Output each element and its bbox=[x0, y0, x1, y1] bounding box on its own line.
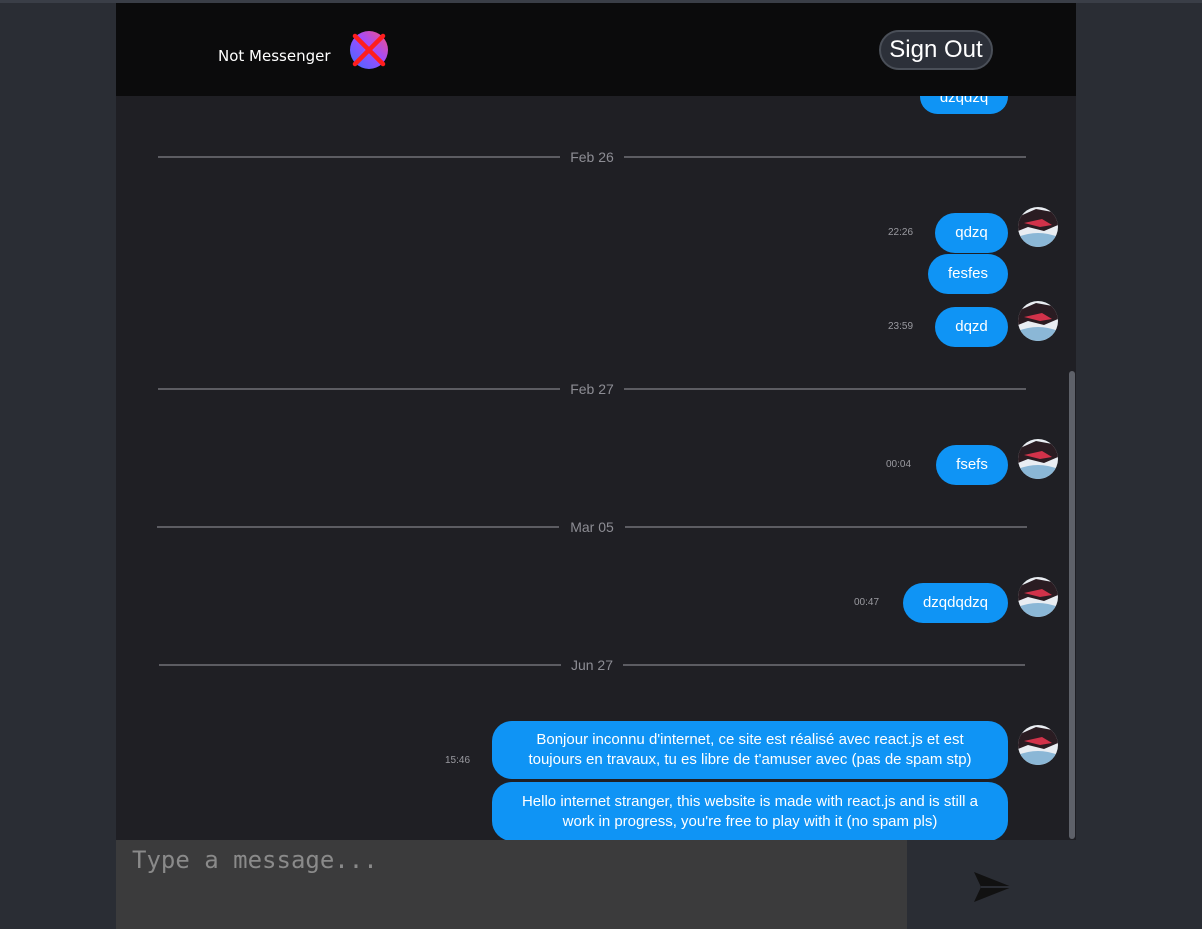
user-avatar bbox=[1018, 725, 1058, 765]
date-divider-line bbox=[624, 156, 1026, 158]
message-time: 00:04 bbox=[886, 459, 912, 470]
message-bubble: Bonjour inconnu d'internet, ce site est … bbox=[492, 721, 1008, 779]
message-bubble: dzqdzq bbox=[920, 96, 1008, 114]
date-divider-line bbox=[624, 388, 1026, 390]
message-composer bbox=[116, 840, 1076, 929]
date-divider-line bbox=[623, 664, 1025, 666]
user-avatar bbox=[1018, 207, 1058, 247]
date-divider-line bbox=[158, 156, 560, 158]
app-header: Not Messenger Sign Out bbox=[116, 3, 1076, 96]
message-list[interactable]: dzqdzq Feb 26 22:26 qdzq fesfes 23:59 dq… bbox=[116, 96, 1076, 840]
user-avatar bbox=[1018, 577, 1058, 617]
date-divider-line bbox=[159, 664, 561, 666]
date-divider-label: Feb 27 bbox=[570, 381, 614, 397]
user-avatar bbox=[1018, 439, 1058, 479]
date-divider-line bbox=[157, 526, 559, 528]
message-time: 00:47 bbox=[854, 597, 880, 608]
date-divider-label: Mar 05 bbox=[570, 519, 614, 535]
messenger-logo-crossed-icon bbox=[350, 31, 388, 69]
date-divider-line bbox=[158, 388, 560, 390]
message-time: 15:46 bbox=[445, 755, 471, 766]
message-time: 23:59 bbox=[888, 321, 914, 332]
message-input[interactable] bbox=[116, 840, 907, 929]
brand-title: Not Messenger bbox=[218, 47, 331, 65]
message-time: 22:26 bbox=[888, 227, 914, 238]
chat-app: Not Messenger Sign Out dzqdzq Feb 26 22:… bbox=[116, 3, 1076, 929]
message-bubble: fesfes bbox=[928, 254, 1008, 294]
date-divider-label: Jun 27 bbox=[570, 657, 614, 673]
message-bubble: Hello internet stranger, this website is… bbox=[492, 782, 1008, 840]
message-bubble: fsefs bbox=[936, 445, 1008, 485]
user-avatar bbox=[1018, 301, 1058, 341]
message-bubble: dqzd bbox=[935, 307, 1008, 347]
message-bubble: qdzq bbox=[935, 213, 1008, 253]
scrollbar-thumb[interactable] bbox=[1069, 371, 1075, 839]
message-bubble: dzqdqdzq bbox=[903, 583, 1008, 623]
paper-plane-icon[interactable] bbox=[972, 870, 1014, 904]
date-divider-line bbox=[625, 526, 1027, 528]
sign-out-button[interactable]: Sign Out bbox=[879, 30, 993, 70]
send-area bbox=[907, 840, 1076, 929]
date-divider-label: Feb 26 bbox=[570, 149, 614, 165]
